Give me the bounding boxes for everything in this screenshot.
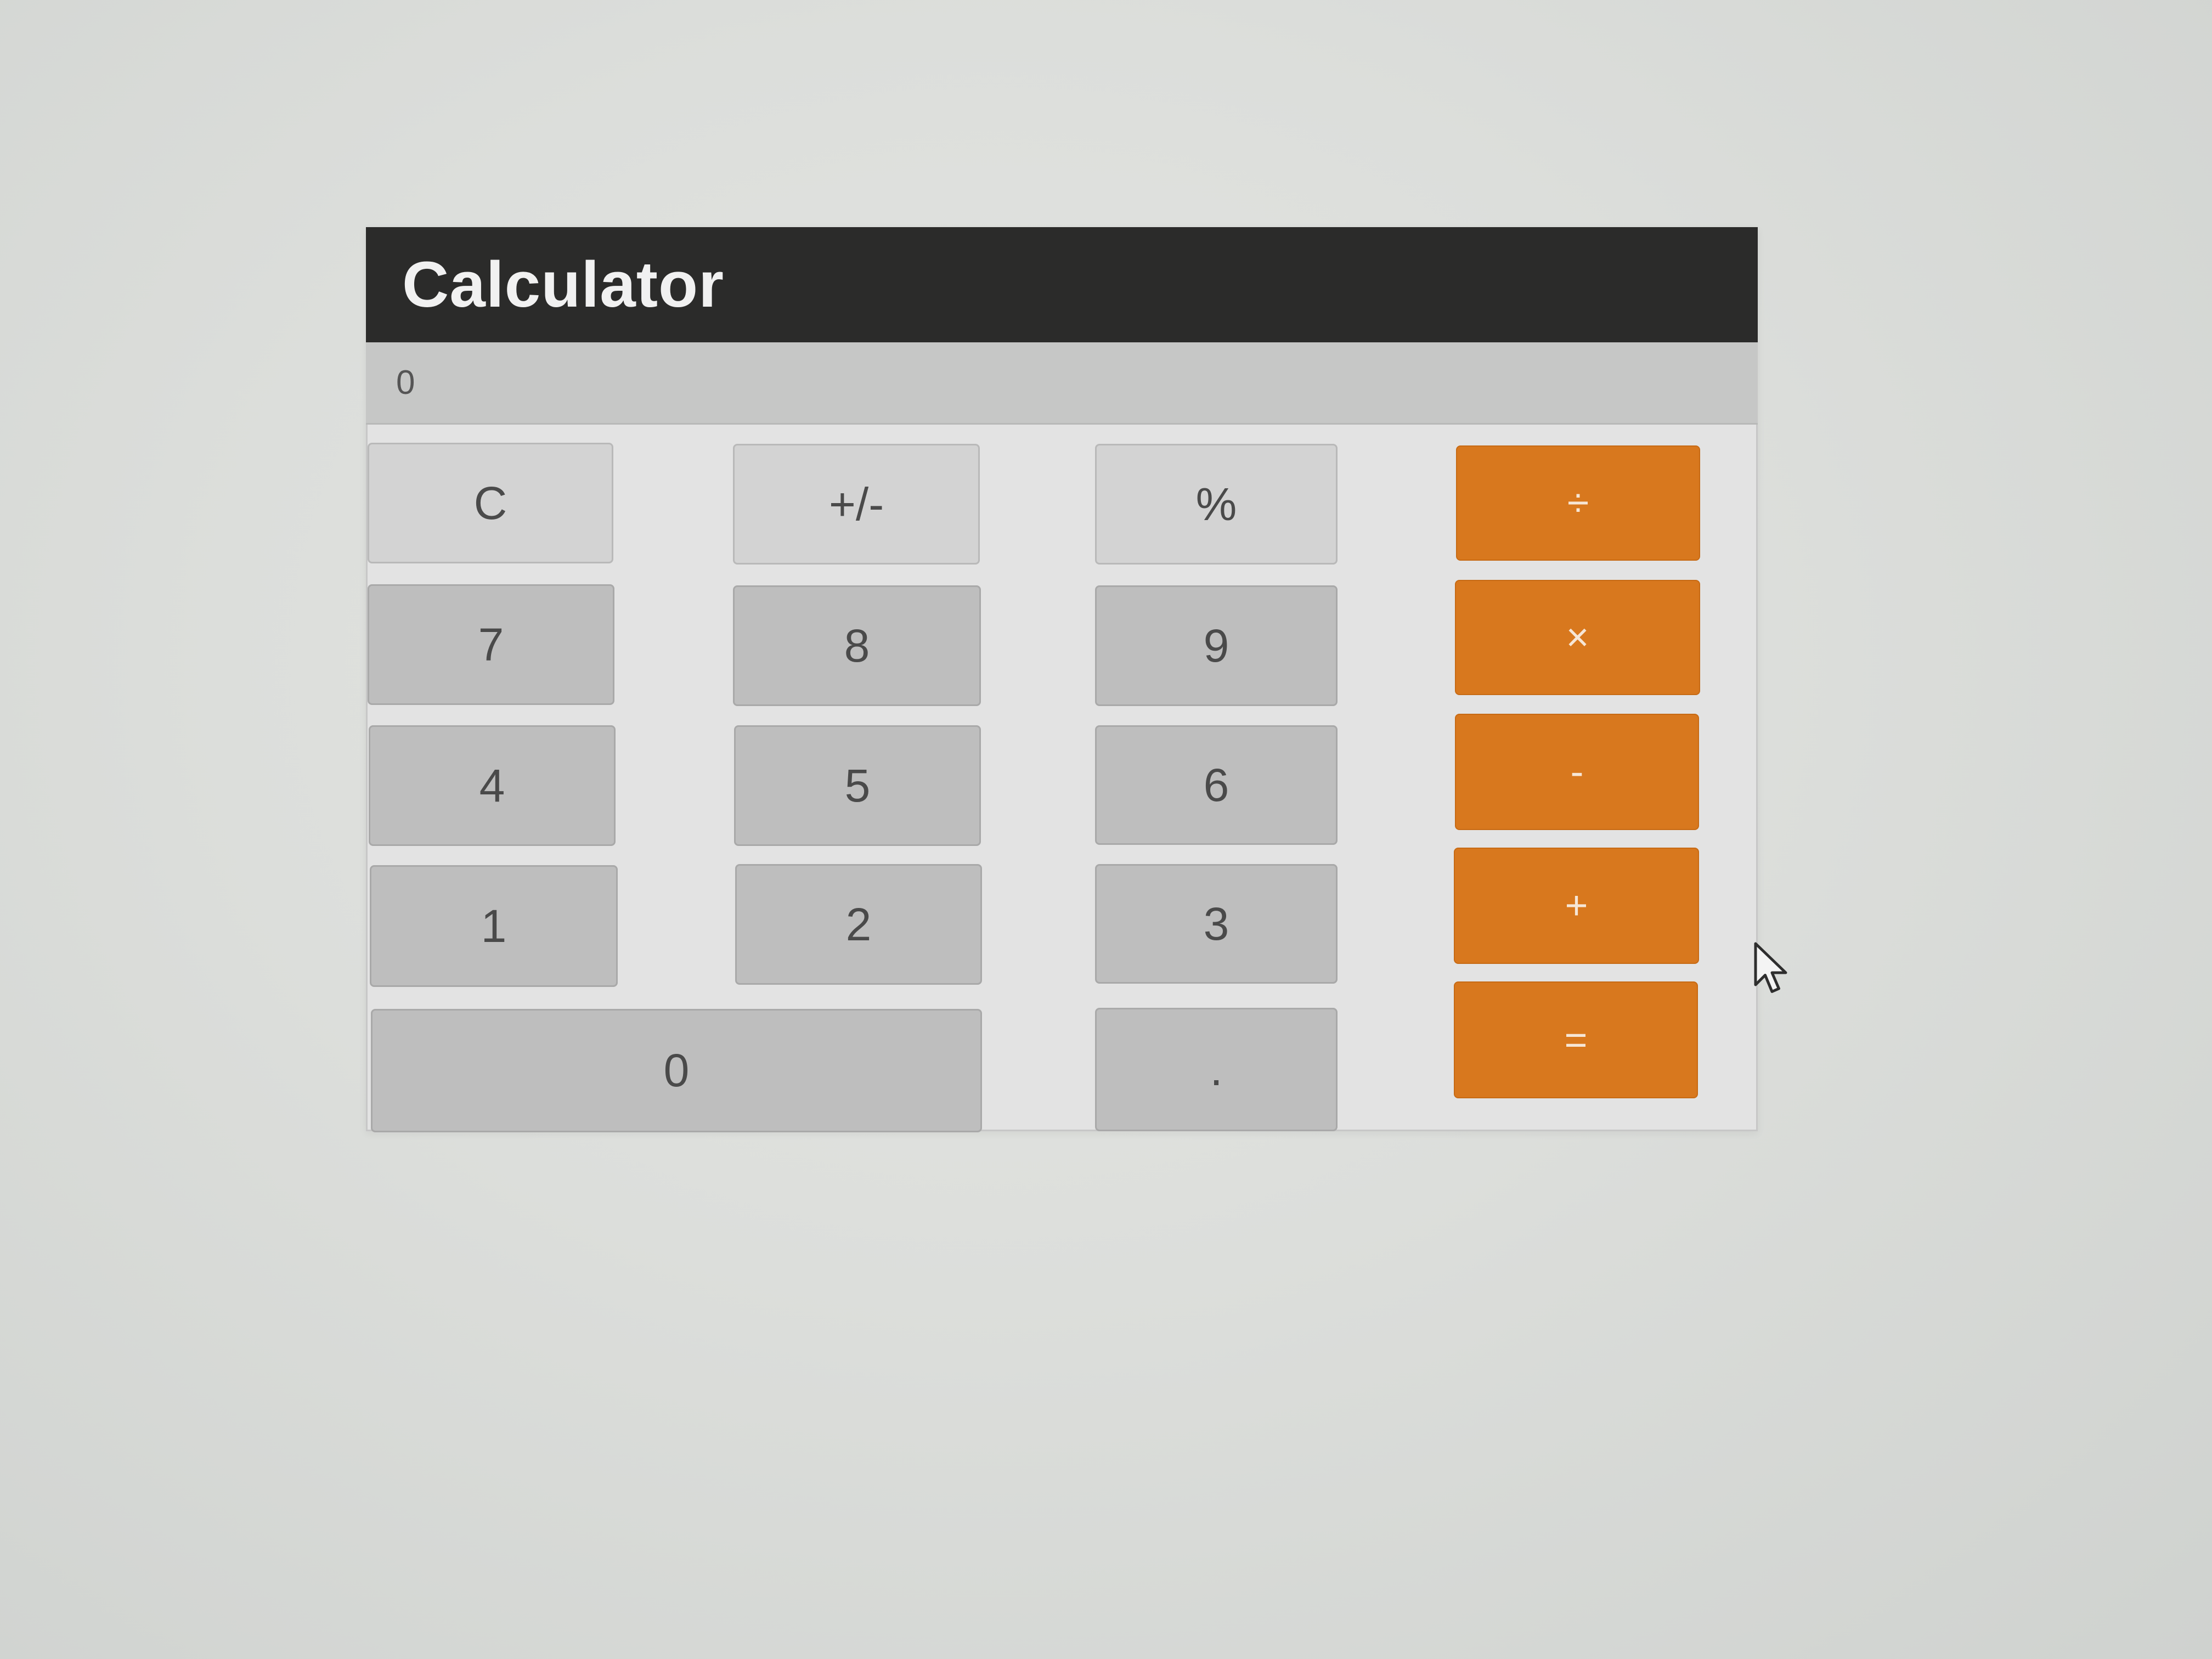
divide-button[interactable]: ÷ <box>1456 445 1700 561</box>
calculator-display: 0 <box>366 342 1758 425</box>
digit-7-button[interactable]: 7 <box>368 584 614 705</box>
digit-0-button[interactable]: 0 <box>371 1009 982 1132</box>
plus-button[interactable]: + <box>1454 848 1699 964</box>
percent-button[interactable]: % <box>1095 444 1338 565</box>
display-value: 0 <box>396 364 415 402</box>
digit-9-button[interactable]: 9 <box>1095 585 1338 706</box>
sign-toggle-button[interactable]: +/- <box>733 444 980 565</box>
digit-3-button[interactable]: 3 <box>1095 864 1338 984</box>
digit-5-button[interactable]: 5 <box>734 725 981 846</box>
title-bar: Calculator <box>366 227 1758 342</box>
digit-2-button[interactable]: 2 <box>735 864 982 985</box>
equals-button[interactable]: = <box>1454 981 1698 1098</box>
digit-4-button[interactable]: 4 <box>369 725 616 846</box>
decimal-button[interactable]: . <box>1095 1008 1338 1131</box>
mouse-pointer-icon <box>1754 942 1787 993</box>
digit-1-button[interactable]: 1 <box>370 865 618 987</box>
digit-6-button[interactable]: 6 <box>1095 725 1338 845</box>
minus-button[interactable]: - <box>1455 714 1699 830</box>
app-title: Calculator <box>402 249 725 321</box>
multiply-button[interactable]: × <box>1455 580 1700 695</box>
digit-8-button[interactable]: 8 <box>733 585 981 706</box>
calculator-window: Calculator 0 C +/- % ÷ 7 8 9 × 4 5 6 - 1… <box>366 227 1758 1132</box>
clear-button[interactable]: C <box>368 443 613 563</box>
